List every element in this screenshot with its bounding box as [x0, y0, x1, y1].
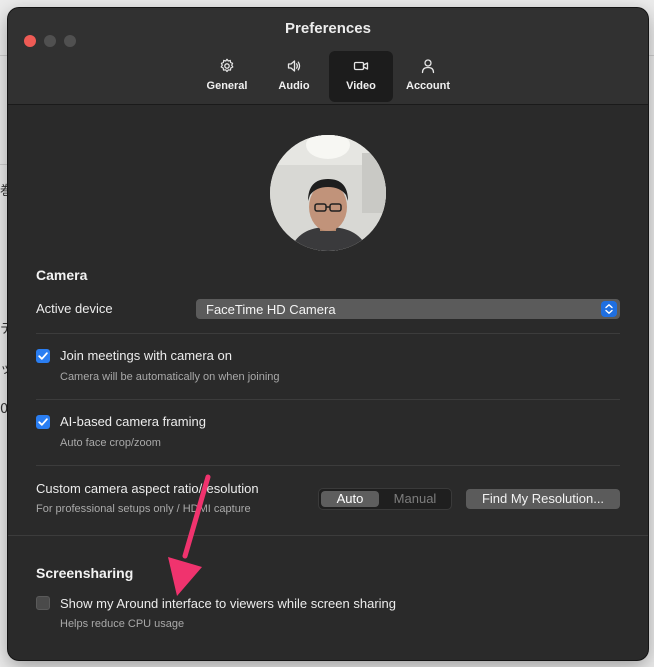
annotation-arrow: [168, 474, 211, 596]
